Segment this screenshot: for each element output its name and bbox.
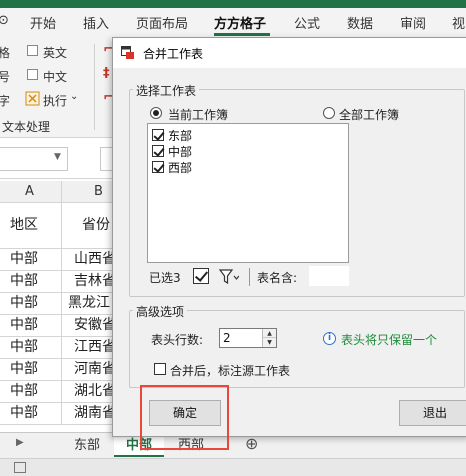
sheet-name: 西部 [168,161,193,175]
table-cell[interactable]: 中部 [0,359,62,381]
tab-view[interactable]: 视 [452,13,465,32]
sheet-listbox[interactable]: 东部 中部 西部 [147,123,349,263]
mark-source-checkbox[interactable] [154,363,166,375]
table-cell[interactable]: 中部 [0,315,62,337]
table-cell[interactable]: 中部 [0,271,62,293]
filter-icon[interactable] [219,268,239,286]
chevron-down-icon[interactable]: ▼ [54,152,61,162]
ribbon-label-3[interactable]: 字 [0,92,10,109]
tab-formulas[interactable]: 公式 [294,13,320,32]
sheetname-filter-input[interactable] [309,266,349,286]
radio-current-label: 当前工作簿 [168,108,229,122]
tab-review[interactable]: 审阅 [400,13,426,32]
cell-header-region[interactable]: 地区 [0,203,62,249]
chevron-down-icon[interactable]: ⌄ [70,91,78,102]
select-sheets-label: 选择工作表 [133,82,200,99]
table-cell[interactable]: 中部 [0,249,62,271]
mark-source-label: 合并后，标注源工作表 [170,364,291,378]
highlight-box [140,385,229,450]
column-header-a[interactable]: A [0,181,62,203]
sheet-checkbox[interactable] [152,129,164,141]
tab-fangfang[interactable]: 方方格子 [214,13,266,32]
tab-home[interactable]: 开始 [30,13,56,32]
info-icon: i [323,332,336,345]
cancel-button[interactable]: 退出 [399,400,466,426]
dialog-title: 合并工作表 [143,47,204,61]
advanced-options-label: 高级选项 [133,303,188,320]
sheet-checkbox[interactable] [152,145,164,157]
status-bar [0,458,466,476]
tab-page-layout[interactable]: 页面布局 [136,13,188,32]
tab-data[interactable]: 数据 [347,13,373,32]
radio-all-workbooks[interactable] [323,107,335,119]
stepper-buttons: ▲ ▼ [262,329,276,347]
sheet-checkbox[interactable] [152,161,164,173]
table-cell[interactable]: 中部 [0,293,62,315]
merge-sheets-dialog: 合并工作表 选择工作表 当前工作簿 全部工作簿 东部 中部 西部 已选3 表名含… [112,37,466,437]
execute-button[interactable]: 执行 [43,92,67,109]
sheet-name: 中部 [168,145,193,159]
table-cell[interactable]: 中部 [0,403,62,425]
info-text: 表头将只保留一个 [341,333,438,347]
sheetname-filter-label: 表名含: [257,271,298,285]
ribbon-group-label: 文本处理 [2,120,51,134]
stepper-down-icon[interactable]: ▼ [263,338,276,347]
selected-count: 已选3 [149,271,181,285]
title-strip [0,0,466,8]
status-icon [14,462,26,473]
english-checkbox[interactable] [27,45,38,56]
ribbon-tabs: ⊙ 开始 插入 页面布局 方方格子 公式 数据 审阅 视 [0,8,466,36]
scroll-left-icon[interactable]: ▶ [16,437,24,448]
execute-icon [25,91,40,106]
tab-insert[interactable]: 插入 [83,13,109,32]
radio-current-workbook[interactable] [150,107,162,119]
header-rows-value[interactable]: 2 [223,331,231,345]
merge-app-icon [121,46,134,59]
radio-all-label: 全部工作簿 [339,108,400,122]
tab-partial[interactable]: ⊙ [0,13,9,28]
stepper-up-icon[interactable]: ▲ [263,329,276,338]
dialog-titlebar: 合并工作表 [113,38,466,68]
table-cell[interactable]: 中部 [0,381,62,403]
ribbon-label-2[interactable]: 号 [0,68,10,85]
header-rows-label: 表头行数: [151,333,204,347]
toolbar-separator [249,268,250,286]
english-label: 英文 [43,46,68,60]
chinese-checkbox[interactable] [27,69,38,80]
sheet-tab-east[interactable]: 东部 [62,435,112,457]
red-tool-icon[interactable]: ‡ [103,66,110,81]
select-all-checkbox[interactable] [193,268,209,284]
ribbon-label-1[interactable]: 格 [0,44,10,61]
chinese-label: 中文 [43,70,68,84]
table-cell[interactable]: 中部 [0,337,62,359]
ribbon-separator [94,44,95,130]
sheet-name: 东部 [168,129,193,143]
header-rows-stepper[interactable]: 2 ▲ ▼ [219,328,277,348]
